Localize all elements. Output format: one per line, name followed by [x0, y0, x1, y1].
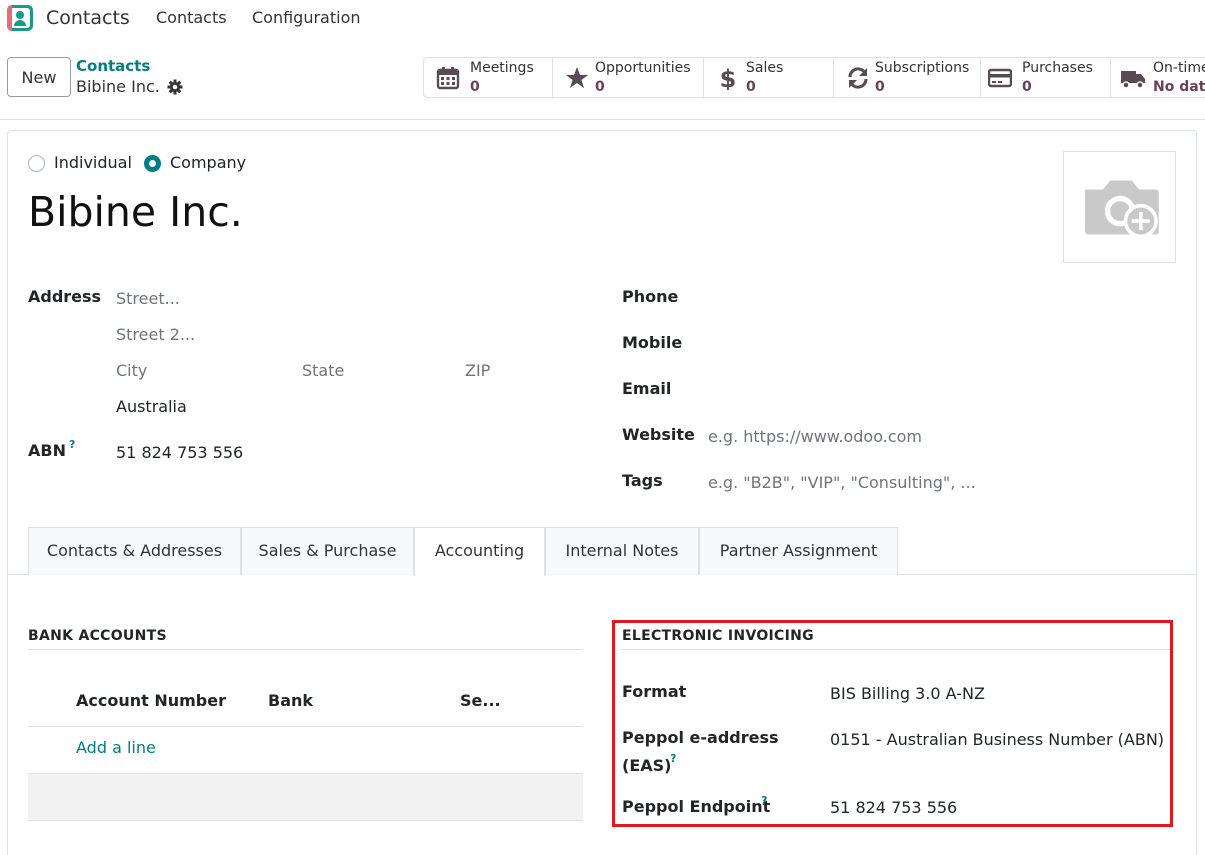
- avatar-upload[interactable]: [1063, 151, 1176, 263]
- tab-contacts-addresses[interactable]: Contacts & Addresses: [28, 527, 241, 575]
- calendar-icon: [436, 67, 460, 90]
- partner-name-field[interactable]: Bibine Inc.: [28, 188, 243, 236]
- top-navbar: Contacts Contacts Configuration: [0, 0, 1205, 38]
- svg-text:$: $: [720, 66, 737, 90]
- app-name[interactable]: Contacts: [46, 7, 130, 29]
- star-icon: [566, 67, 588, 88]
- column-send-money[interactable]: Se...: [460, 691, 501, 710]
- smart-button-sales[interactable]: $ Sales 0: [704, 57, 834, 98]
- phone-label: Phone: [622, 287, 679, 306]
- menu-contacts[interactable]: Contacts: [156, 8, 227, 27]
- tags-input[interactable]: e.g. "B2B", "VIP", "Consulting", ...: [708, 473, 976, 492]
- divider: [28, 820, 583, 821]
- radio-individual[interactable]: [28, 155, 45, 172]
- city-input[interactable]: City: [116, 361, 147, 380]
- empty-table-row: [28, 774, 583, 820]
- smart-button-purchases[interactable]: Purchases 0: [981, 57, 1111, 98]
- contacts-app-icon[interactable]: [7, 5, 33, 31]
- country-input[interactable]: Australia: [116, 397, 187, 416]
- smart-label: Subscriptions: [875, 60, 970, 76]
- street-input[interactable]: Street...: [116, 289, 180, 308]
- street2-input[interactable]: Street 2...: [116, 325, 195, 344]
- gear-icon[interactable]: [167, 79, 183, 95]
- bank-accounts-title: BANK ACCOUNTS: [28, 628, 167, 644]
- smart-label: Sales: [746, 60, 784, 76]
- control-panel: New Contacts Bibine Inc. Meetings 0 Oppo…: [0, 38, 1205, 120]
- camera-icon: [1085, 180, 1159, 239]
- smart-button-opportunities[interactable]: Opportunities 0: [553, 57, 704, 98]
- state-input[interactable]: State: [302, 361, 344, 380]
- email-label: Email: [622, 379, 672, 398]
- credit-card-icon: [988, 68, 1012, 88]
- smart-label: Purchases: [1022, 60, 1093, 76]
- dollar-icon: $: [720, 66, 737, 90]
- column-account-number[interactable]: Account Number: [76, 691, 226, 710]
- abn-input[interactable]: 51 824 753 556: [116, 443, 243, 462]
- smart-label: Opportunities: [595, 60, 691, 76]
- abn-help-icon[interactable]: ?: [69, 438, 75, 451]
- highlight-box: [612, 620, 1173, 827]
- add-a-line-link[interactable]: Add a line: [76, 738, 156, 757]
- tab-partner-assignment[interactable]: Partner Assignment: [699, 527, 898, 575]
- smart-value: 0: [595, 79, 605, 95]
- zip-input[interactable]: ZIP: [465, 361, 490, 380]
- tab-accounting[interactable]: Accounting: [414, 527, 545, 576]
- smart-label: On-time: [1153, 60, 1205, 76]
- column-bank[interactable]: Bank: [268, 691, 313, 710]
- smart-label: Meetings: [470, 60, 534, 76]
- breadcrumb-current: Bibine Inc.: [76, 77, 160, 96]
- breadcrumb-contacts[interactable]: Contacts: [76, 57, 150, 75]
- smart-value: 0: [875, 79, 885, 95]
- smart-value: 0: [1022, 79, 1032, 95]
- mobile-label: Mobile: [622, 333, 683, 352]
- radio-company[interactable]: [144, 155, 161, 172]
- refresh-icon: [848, 67, 868, 89]
- tags-label: Tags: [622, 471, 663, 490]
- divider: [28, 726, 583, 727]
- smart-button-subscriptions[interactable]: Subscriptions 0: [834, 57, 981, 98]
- website-label: Website: [622, 425, 695, 444]
- abn-label: ABN: [28, 441, 66, 460]
- radio-individual-label[interactable]: Individual: [54, 153, 132, 172]
- new-button[interactable]: New: [7, 57, 71, 97]
- website-input[interactable]: e.g. https://www.odoo.com: [708, 427, 922, 446]
- divider: [28, 649, 583, 650]
- tab-sales-purchase[interactable]: Sales & Purchase: [241, 527, 414, 575]
- smart-value: 0: [746, 79, 756, 95]
- tab-internal-notes[interactable]: Internal Notes: [545, 527, 699, 575]
- radio-company-label[interactable]: Company: [170, 153, 246, 172]
- smart-button-meetings[interactable]: Meetings 0: [423, 57, 553, 98]
- address-label: Address: [28, 287, 102, 306]
- menu-configuration[interactable]: Configuration: [252, 8, 361, 27]
- smart-button-on-time[interactable]: On-time No data: [1111, 57, 1205, 98]
- smart-value: No data: [1153, 79, 1205, 95]
- truck-icon: [1121, 71, 1145, 89]
- smart-value: 0: [470, 79, 480, 95]
